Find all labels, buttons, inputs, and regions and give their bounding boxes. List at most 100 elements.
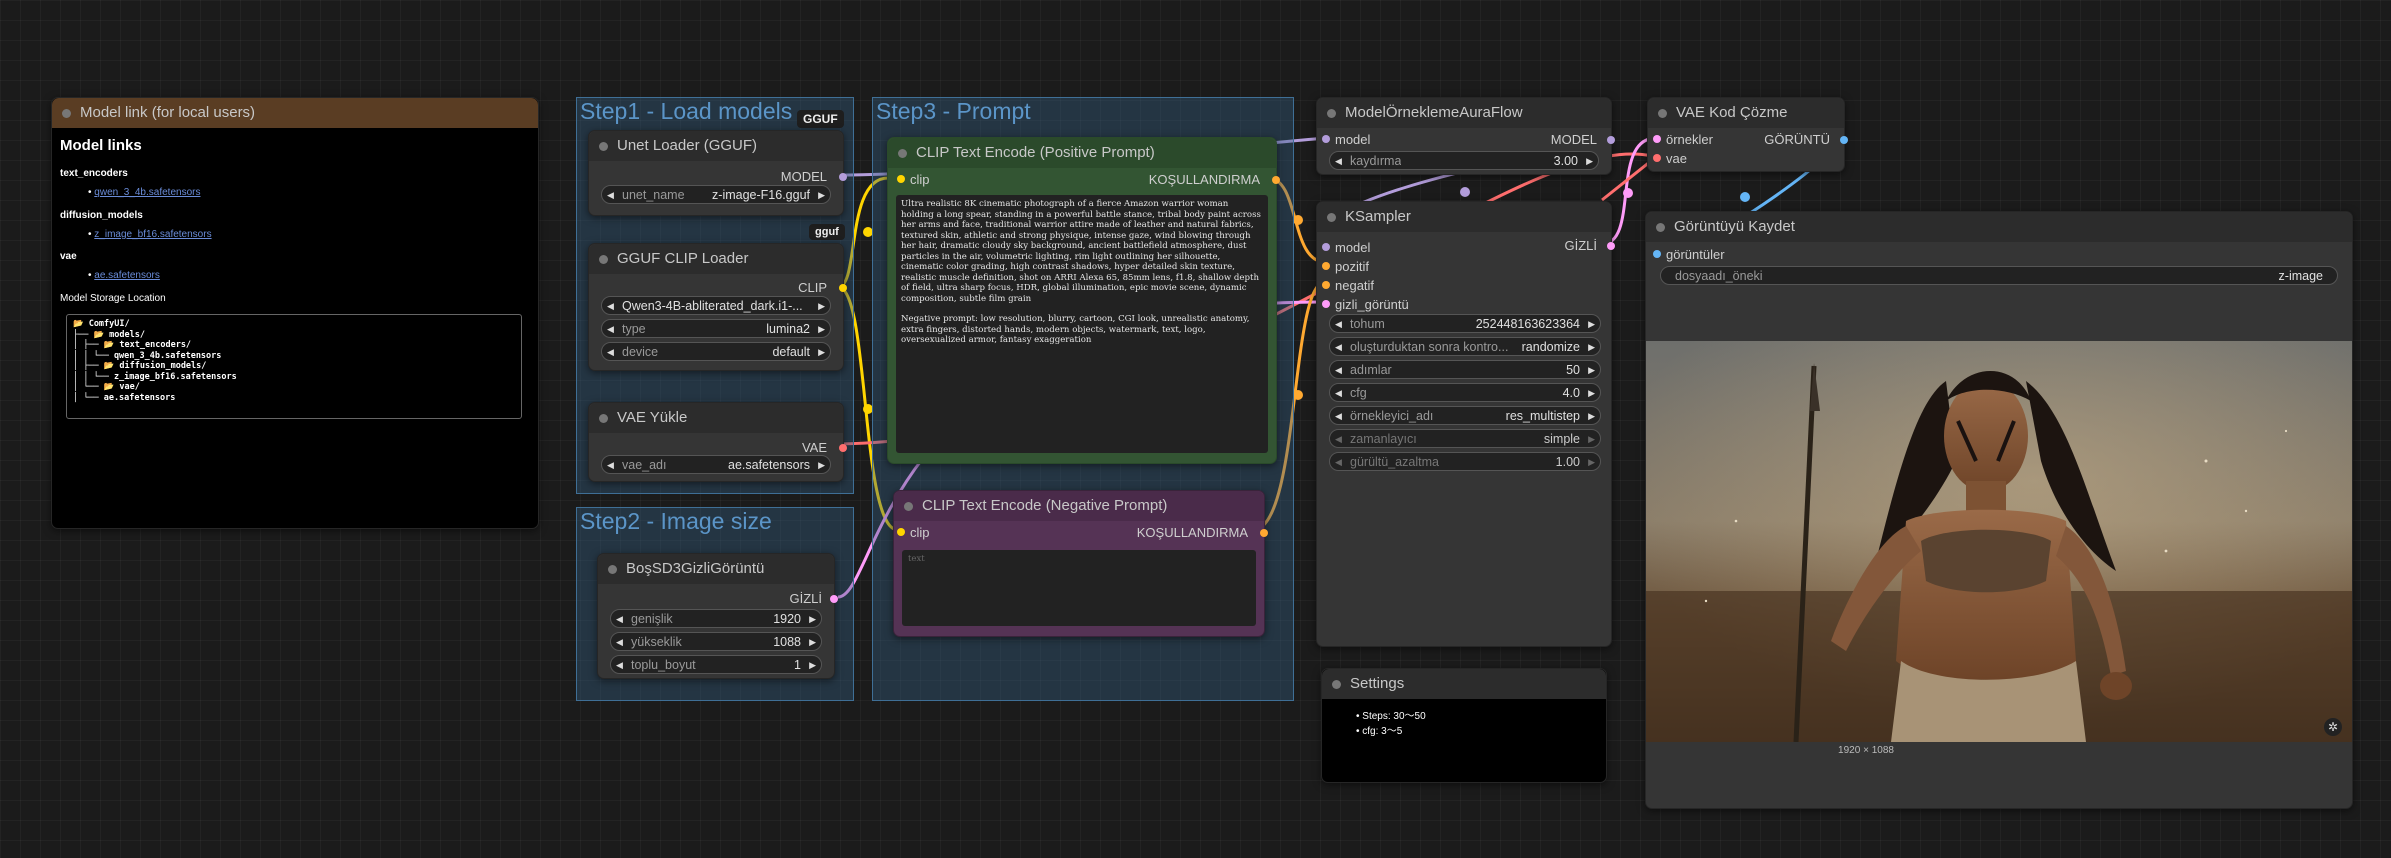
arrow-right-icon[interactable]: ▶ <box>818 186 825 205</box>
clip-device-combo[interactable]: ◀ device default ▶ <box>601 342 831 361</box>
arrow-left-icon[interactable]: ◀ <box>1335 384 1342 403</box>
collapse-dot-icon[interactable] <box>1656 223 1665 232</box>
arrow-right-icon[interactable]: ▶ <box>818 320 825 339</box>
output-model-pin[interactable] <box>839 173 847 181</box>
arrow-left-icon[interactable]: ◀ <box>1335 315 1342 334</box>
arrow-right-icon[interactable]: ▶ <box>1588 315 1595 334</box>
node-header[interactable]: VAE Kod Çözme <box>1648 98 1844 128</box>
sampler-name-combo[interactable]: ◀ örnekleyici_adı res_multistep ▶ <box>1329 406 1601 425</box>
arrow-left-icon[interactable]: ◀ <box>607 297 614 316</box>
node-header[interactable]: ModelÖrneklemeAuraFlow <box>1317 98 1611 128</box>
control-after-generate-combo[interactable]: ◀ oluşturduktan sonra kontro... randomize ▶ <box>1329 337 1601 356</box>
node-header[interactable]: Model link (for local users) <box>52 98 538 128</box>
output-conditioning-pin[interactable] <box>1260 529 1268 537</box>
arrow-left-icon[interactable]: ◀ <box>607 320 614 339</box>
output-image-pin[interactable] <box>1840 136 1848 144</box>
collapse-dot-icon[interactable] <box>904 502 913 511</box>
arrow-left-icon[interactable]: ◀ <box>607 186 614 205</box>
vae-decode-node[interactable]: VAE Kod Çözme örnekler vae GÖRÜNTÜ <box>1647 97 1848 172</box>
input-latent-pin[interactable] <box>1322 300 1330 308</box>
collapse-dot-icon[interactable] <box>599 414 608 423</box>
bug-icon[interactable]: ✲ <box>2324 718 2342 736</box>
save-image-node[interactable]: Görüntüyü Kaydet görüntüler dosyaadı_öne… <box>1645 211 2353 809</box>
model-download-link[interactable]: ae.safetensors <box>94 270 160 281</box>
model-link-node[interactable]: Model link (for local users) Model links… <box>51 97 539 529</box>
arrow-left-icon[interactable]: ◀ <box>1335 152 1342 171</box>
arrow-left-icon[interactable]: ◀ <box>1335 430 1342 449</box>
collapse-dot-icon[interactable] <box>1327 213 1336 222</box>
node-header[interactable]: KSampler <box>1317 202 1611 232</box>
model-download-link[interactable]: qwen_3_4b.safetensors <box>94 187 200 198</box>
cfg-number[interactable]: ◀ cfg 4.0 ▶ <box>1329 383 1601 402</box>
input-clip-pin[interactable] <box>897 175 905 183</box>
shift-number[interactable]: ◀ kaydırma 3.00 ▶ <box>1329 151 1599 170</box>
arrow-right-icon[interactable]: ▶ <box>809 610 816 629</box>
vae-loader-node[interactable]: VAE Yükle VAE ◀ vae_adı ae.safetensors ▶ <box>588 402 847 482</box>
node-header[interactable]: Görüntüyü Kaydet <box>1646 212 2352 242</box>
positive-prompt-node[interactable]: CLIP Text Encode (Positive Prompt) clip … <box>887 137 1280 464</box>
arrow-left-icon[interactable]: ◀ <box>616 610 623 629</box>
input-negative-pin[interactable] <box>1322 281 1330 289</box>
node-header[interactable]: CLIP Text Encode (Negative Prompt) <box>894 491 1264 521</box>
vae-name-combo[interactable]: ◀ vae_adı ae.safetensors ▶ <box>601 455 831 474</box>
arrow-right-icon[interactable]: ▶ <box>1588 453 1595 472</box>
arrow-left-icon[interactable]: ◀ <box>1335 361 1342 380</box>
arrow-right-icon[interactable]: ▶ <box>1586 152 1593 171</box>
arrow-right-icon[interactable]: ▶ <box>1588 338 1595 357</box>
collapse-dot-icon[interactable] <box>599 255 608 264</box>
node-header[interactable]: BoşSD3GizliGörüntü <box>598 554 834 584</box>
arrow-right-icon[interactable]: ▶ <box>818 343 825 362</box>
collapse-dot-icon[interactable] <box>599 142 608 151</box>
output-conditioning-pin[interactable] <box>1272 176 1280 184</box>
input-samples-pin[interactable] <box>1653 135 1661 143</box>
scheduler-combo[interactable]: ◀ zamanlayıcı simple ▶ <box>1329 429 1601 448</box>
input-clip-pin[interactable] <box>897 528 905 536</box>
clip-name-combo[interactable]: ◀ Qwen3-4B-abliterated_dark.i1-... ▶ <box>601 296 831 315</box>
arrow-left-icon[interactable]: ◀ <box>616 656 623 675</box>
arrow-right-icon[interactable]: ▶ <box>1588 384 1595 403</box>
clip-loader-node[interactable]: GGUF CLIP Loader CLIP ◀ Qwen3-4B-ablitera… <box>588 243 847 371</box>
node-header[interactable]: Unet Loader (GGUF) <box>589 131 843 161</box>
empty-latent-node[interactable]: BoşSD3GizliGörüntü GİZLİ ◀ genişlik 1920 ▶ … <box>597 553 838 679</box>
node-header[interactable]: CLIP Text Encode (Positive Prompt) <box>888 138 1276 168</box>
unet-loader-node[interactable]: Unet Loader (GGUF) MODEL ◀ unet_name z-ima… <box>588 130 847 216</box>
arrow-left-icon[interactable]: ◀ <box>1335 338 1342 357</box>
clip-type-combo[interactable]: ◀ type lumina2 ▶ <box>601 319 831 338</box>
node-header[interactable]: GGUF CLIP Loader <box>589 244 843 274</box>
input-images-pin[interactable] <box>1653 250 1661 258</box>
arrow-right-icon[interactable]: ▶ <box>818 297 825 316</box>
collapse-dot-icon[interactable] <box>1332 680 1341 689</box>
settings-node[interactable]: Settings • Steps: 30～50 • cfg: 3～5 <box>1321 668 1607 783</box>
output-image-preview[interactable]: ✲ <box>1646 341 2352 742</box>
arrow-right-icon[interactable]: ▶ <box>1588 430 1595 449</box>
seed-number[interactable]: ◀ tohum 252448163623364 ▶ <box>1329 314 1601 333</box>
arrow-left-icon[interactable]: ◀ <box>616 633 623 652</box>
steps-number[interactable]: ◀ adımlar 50 ▶ <box>1329 360 1601 379</box>
model-download-link[interactable]: z_image_bf16.safetensors <box>94 229 211 240</box>
output-clip-pin[interactable] <box>839 284 847 292</box>
input-model-pin[interactable] <box>1322 135 1330 143</box>
arrow-left-icon[interactable]: ◀ <box>607 343 614 362</box>
unet-name-combo[interactable]: ◀ unet_name z-image-F16.gguf ▶ <box>601 185 831 204</box>
output-vae-pin[interactable] <box>839 444 847 452</box>
filename-prefix-input[interactable]: dosyaadı_öneki z-image <box>1660 266 2338 285</box>
collapse-dot-icon[interactable] <box>1658 109 1667 118</box>
arrow-left-icon[interactable]: ◀ <box>1335 407 1342 426</box>
collapse-dot-icon[interactable] <box>608 565 617 574</box>
arrow-right-icon[interactable]: ▶ <box>809 656 816 675</box>
output-latent-pin[interactable] <box>1607 242 1615 250</box>
batch-size-number[interactable]: ◀ toplu_boyut 1 ▶ <box>610 655 822 674</box>
arrow-right-icon[interactable]: ▶ <box>1588 407 1595 426</box>
denoise-number[interactable]: ◀ gürültü_azaltma 1.00 ▶ <box>1329 452 1601 471</box>
collapse-dot-icon[interactable] <box>898 149 907 158</box>
arrow-right-icon[interactable]: ▶ <box>809 633 816 652</box>
arrow-left-icon[interactable]: ◀ <box>1335 453 1342 472</box>
collapse-dot-icon[interactable] <box>62 109 71 118</box>
input-positive-pin[interactable] <box>1322 262 1330 270</box>
positive-prompt-textarea[interactable]: Ultra realistic 8K cinematic photograph … <box>896 195 1268 453</box>
model-sampling-node[interactable]: ModelÖrneklemeAuraFlow model MODEL ◀ kayd… <box>1316 97 1615 175</box>
arrow-left-icon[interactable]: ◀ <box>607 456 614 475</box>
ksampler-node[interactable]: KSampler model pozitif negatif gizli_gör… <box>1316 201 1615 647</box>
input-model-pin[interactable] <box>1322 243 1330 251</box>
output-latent-pin[interactable] <box>830 595 838 603</box>
